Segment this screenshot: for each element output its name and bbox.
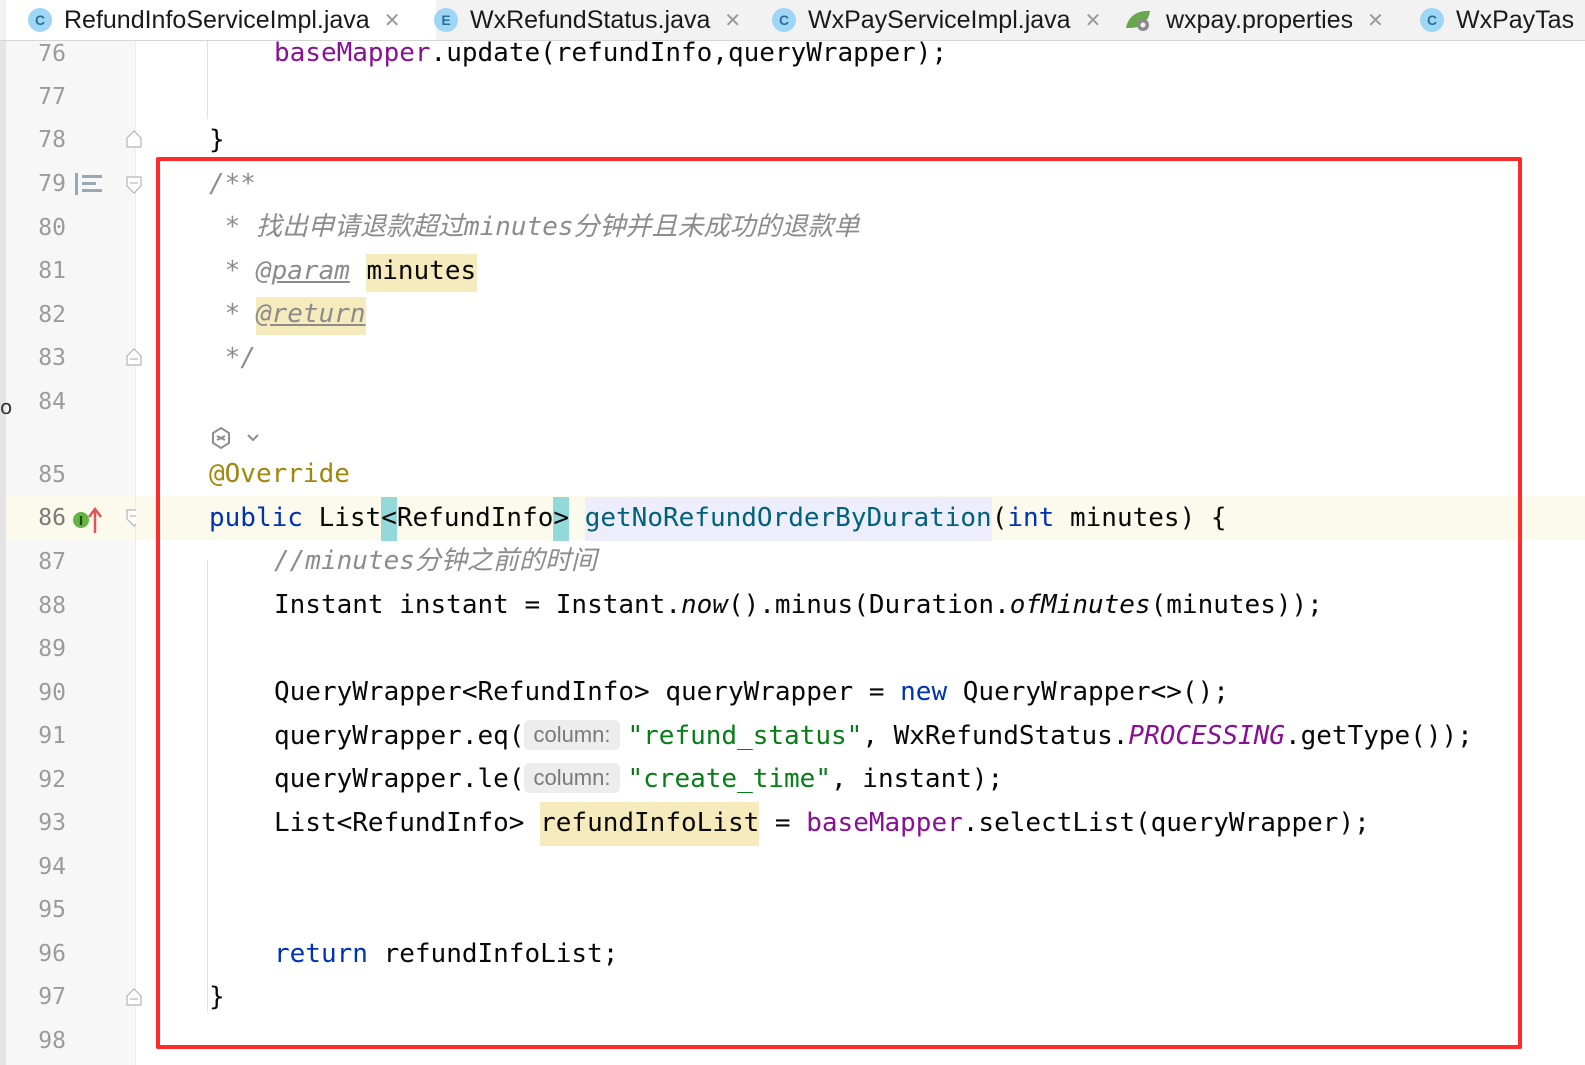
toggle-rendered-doc-icon[interactable] <box>74 171 104 201</box>
left-edge-mark: o <box>0 395 13 419</box>
code-line-76: baseMapper.update(refundInfo,queryWrappe… <box>274 38 948 68</box>
tab-label: RefundInfoServiceImpl.java <box>64 5 370 34</box>
tab-label: WxRefundStatus.java <box>470 5 711 34</box>
close-icon[interactable]: ✕ <box>724 8 741 33</box>
tab-wxpayserviceimpl[interactable]: C WxPayServiceImpl.java ✕ <box>772 0 1101 40</box>
line-number: 86 <box>38 505 66 531</box>
gutter-edge-strip <box>0 41 6 1065</box>
line-number: 78 <box>38 127 66 153</box>
line-number: 89 <box>38 636 66 662</box>
line-number: 82 <box>38 302 66 328</box>
line-number: 97 <box>38 984 66 1010</box>
line-number: 94 <box>38 854 66 880</box>
line-number: 87 <box>38 549 66 575</box>
properties-file-icon <box>1124 8 1154 32</box>
svg-text:I: I <box>79 514 83 528</box>
line-number: 80 <box>38 215 66 241</box>
line-number: 92 <box>38 767 66 793</box>
indent-guide <box>207 41 208 119</box>
tab-label: WxPayTas <box>1456 5 1575 34</box>
line-number: 84 <box>38 389 66 415</box>
line-number: 81 <box>38 258 66 284</box>
line-number: 95 <box>38 897 66 923</box>
close-icon[interactable]: ✕ <box>384 8 401 33</box>
code-line-78: } <box>209 125 225 155</box>
tab-refundinfoserviceimpl[interactable]: C RefundInfoServiceImpl.java ✕ <box>6 0 436 40</box>
line-number: 79 <box>38 171 66 197</box>
tab-wxpay-properties[interactable]: wxpay.properties ✕ <box>1124 0 1384 40</box>
line-number: 76 <box>38 41 66 67</box>
class-file-icon: C <box>28 8 52 32</box>
implements-method-icon[interactable]: I <box>72 506 110 533</box>
line-number: 77 <box>38 84 66 110</box>
line-number: 83 <box>38 345 66 371</box>
line-number: 88 <box>38 593 66 619</box>
red-highlight-box <box>156 157 1522 1049</box>
editor-tab-bar: C RefundInfoServiceImpl.java ✕ E WxRefun… <box>0 0 1585 41</box>
tab-label: wxpay.properties <box>1166 5 1354 34</box>
line-number: 90 <box>38 680 66 706</box>
class-file-icon: C <box>1420 8 1444 32</box>
enum-file-icon: E <box>434 8 458 32</box>
line-number: 91 <box>38 723 66 749</box>
line-number: 96 <box>38 941 66 967</box>
line-number: 98 <box>38 1028 66 1054</box>
tab-label: WxPayServiceImpl.java <box>808 5 1071 34</box>
close-icon[interactable]: ✕ <box>1367 8 1384 33</box>
tab-wxrefundstatus[interactable]: E WxRefundStatus.java ✕ <box>434 0 741 40</box>
class-file-icon: C <box>772 8 796 32</box>
close-icon[interactable]: ✕ <box>1085 8 1102 33</box>
line-number: 85 <box>38 462 66 488</box>
line-number: 93 <box>38 810 66 836</box>
tab-wxpaytask[interactable]: C WxPayTas <box>1420 0 1574 40</box>
